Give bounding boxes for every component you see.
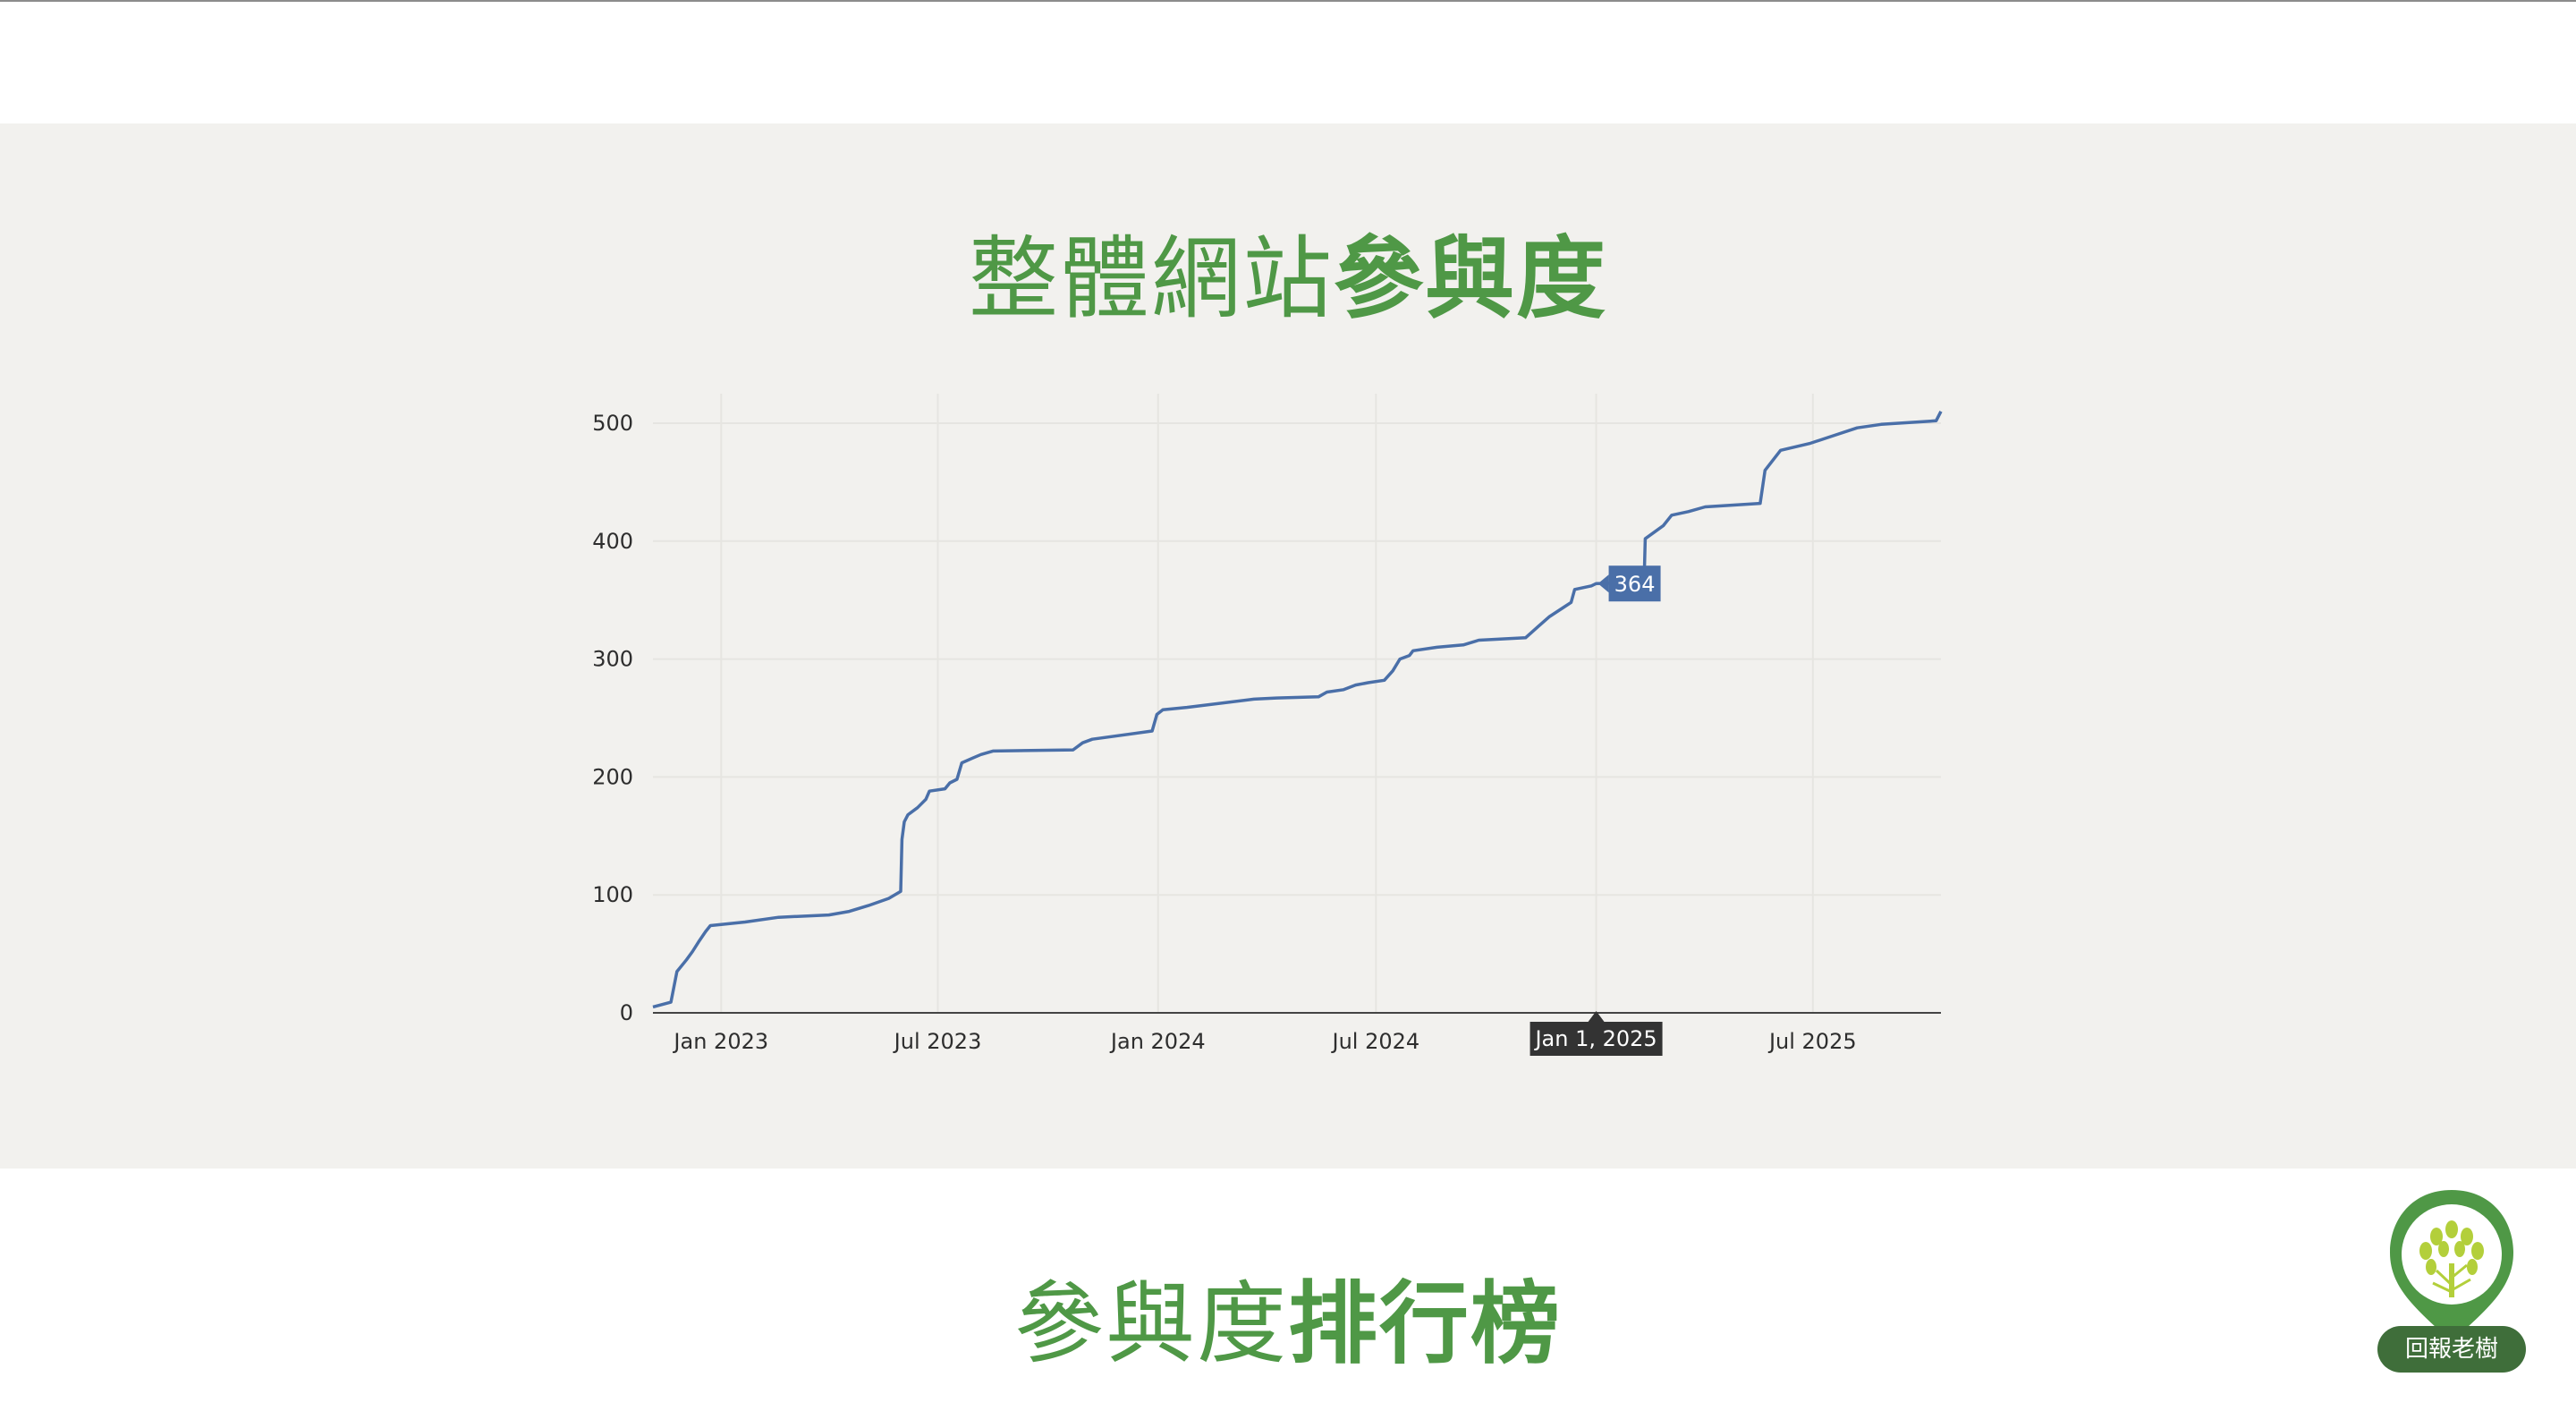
y-tick-label: 0 bbox=[620, 1000, 633, 1025]
y-tick-label: 400 bbox=[592, 529, 633, 554]
x-tick-label: Jul 2024 bbox=[1330, 1029, 1419, 1054]
y-tick-label: 500 bbox=[592, 411, 633, 436]
y-tick-label: 200 bbox=[592, 764, 633, 789]
ranking-title-bold: 排行榜 bbox=[1288, 1271, 1562, 1376]
y-hover-label: 364 bbox=[1614, 572, 1656, 597]
chart-grid bbox=[653, 394, 1941, 1013]
x-tick-label: Jan 2023 bbox=[672, 1029, 768, 1054]
ranking-title: 參與度排行榜 bbox=[0, 1271, 2576, 1378]
x-tick-label: Jul 2025 bbox=[1767, 1029, 1857, 1054]
series-line bbox=[652, 410, 1943, 1009]
y-hover-pointer bbox=[1597, 574, 1609, 593]
ranking-title-light: 參與度 bbox=[1014, 1271, 1288, 1376]
chart-series bbox=[652, 410, 1943, 1009]
participation-chart[interactable]: 0 100 200 300 400 500 Jan 2023 Jul 2023 Jan 2024… bbox=[0, 0, 2576, 1163]
y-tick-label: 300 bbox=[592, 647, 633, 672]
y-tick-label: 100 bbox=[592, 882, 633, 907]
x-tick-label: Jan 2024 bbox=[1109, 1029, 1206, 1054]
x-hover-label: Jan 1, 2025 bbox=[1533, 1026, 1657, 1051]
x-tick-label: Jul 2023 bbox=[893, 1029, 982, 1054]
chart-axes: 0 100 200 300 400 500 Jan 2023 Jul 2023 Jan 2024… bbox=[592, 411, 1941, 1054]
report-tree-button[interactable]: 回報老樹 bbox=[2377, 1326, 2526, 1373]
